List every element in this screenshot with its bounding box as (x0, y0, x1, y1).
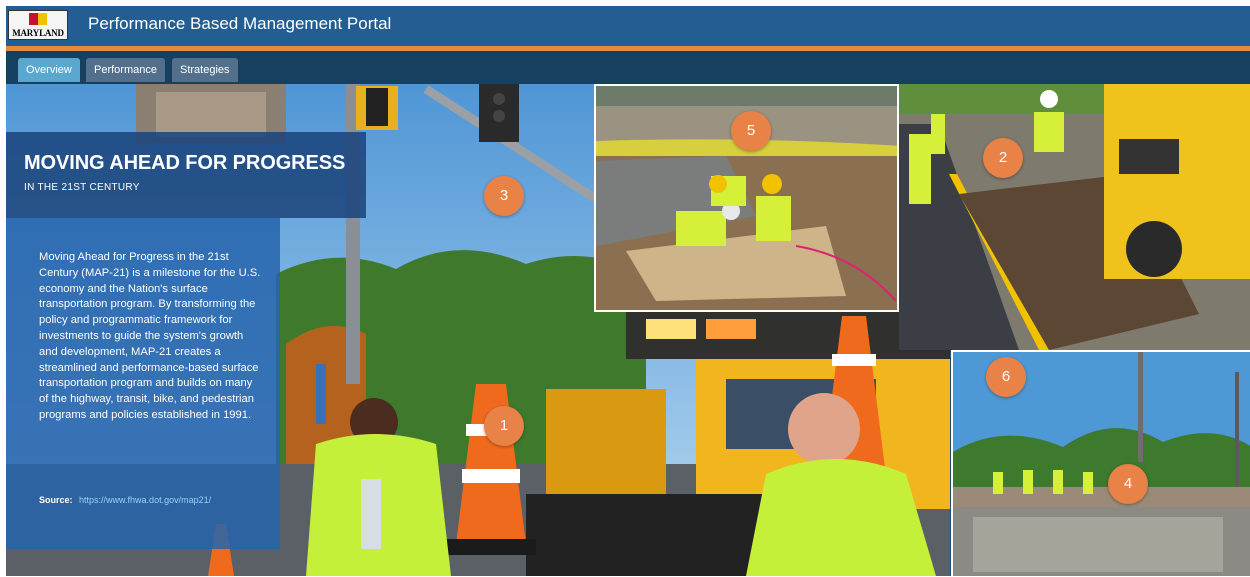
source-label: Source: (39, 495, 73, 505)
tab-strategies[interactable]: Strategies (172, 58, 238, 82)
tab-bar: Overview Performance Strategies (6, 51, 1250, 84)
source-line: Source: https://www.fhwa.dot.gov/map21/ (39, 495, 211, 505)
marker-6[interactable]: 6 (986, 357, 1026, 397)
portal-header: MARYLAND Performance Based Management Po… (6, 6, 1250, 46)
source-link[interactable]: https://www.fhwa.dot.gov/map21/ (79, 495, 211, 505)
map21-description: Moving Ahead for Progress in the 21st Ce… (39, 251, 261, 421)
hero-subtitle: IN THE 21ST CENTURY (24, 182, 140, 193)
maryland-flag-icon (29, 13, 47, 25)
hero-collage: MOVING AHEAD FOR PROGRESS IN THE 21ST CE… (6, 84, 1250, 576)
marker-4[interactable]: 4 (1108, 464, 1148, 504)
maryland-logo[interactable]: MARYLAND (8, 10, 68, 40)
marker-5[interactable]: 5 (731, 111, 771, 151)
logo-text: MARYLAND (12, 28, 64, 38)
app-frame: MARYLAND Performance Based Management Po… (6, 6, 1250, 576)
map21-info-panel: Moving Ahead for Progress in the 21st Ce… (6, 218, 280, 549)
hero-title: MOVING AHEAD FOR PROGRESS (24, 152, 346, 174)
marker-1[interactable]: 1 (484, 406, 524, 446)
tab-overview[interactable]: Overview (18, 58, 80, 82)
photo-paving-machine (899, 84, 1250, 350)
hero-title-band: MOVING AHEAD FOR PROGRESS IN THE 21ST CE… (6, 132, 366, 218)
marker-2[interactable]: 2 (983, 138, 1023, 178)
marker-3[interactable]: 3 (484, 176, 524, 216)
portal-title: Performance Based Management Portal (88, 14, 392, 33)
tab-performance[interactable]: Performance (86, 58, 165, 82)
